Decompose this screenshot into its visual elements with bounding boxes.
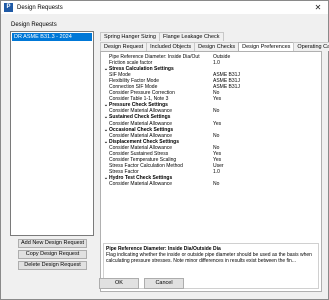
copy-design-request-button[interactable]: Copy Design Request xyxy=(18,250,87,259)
delete-design-request-button[interactable]: Delete Design Request xyxy=(18,261,87,270)
design-preferences-panel: Pipe Reference Diameter: Inside Dia/Out O… xyxy=(100,51,322,292)
description-text: Flag indicating whether the inside or ou… xyxy=(106,252,312,264)
design-requests-label: Design Requests xyxy=(11,22,57,28)
tab-spring-hanger-sizing[interactable]: Spring Hanger Sizing xyxy=(100,32,160,41)
close-icon[interactable]: ✕ xyxy=(311,2,325,13)
tab-design-checks[interactable]: Design Checks xyxy=(194,42,240,51)
window-title: Design Requests xyxy=(17,4,63,11)
tab-included-objects[interactable]: Included Objects xyxy=(146,42,196,51)
tab-row-bottom: Design Request Included Objects Design C… xyxy=(100,42,329,52)
tab-design-request[interactable]: Design Request xyxy=(100,42,148,51)
ok-button[interactable]: OK xyxy=(99,278,139,289)
property-row[interactable]: Consider Material Allowance No xyxy=(103,181,319,187)
add-design-request-button[interactable]: Add New Design Request xyxy=(18,239,87,248)
tab-row-top: Spring Hanger Sizing Flange Leakage Chec… xyxy=(100,32,224,41)
title-bar: P Design Requests ✕ xyxy=(1,1,328,14)
design-requests-window: P Design Requests ✕ Design Requests DR A… xyxy=(0,0,329,300)
property-grid: Pipe Reference Diameter: Inside Dia/Out O… xyxy=(103,54,319,241)
design-request-list[interactable]: DR ASME B31.3 - 2024 xyxy=(10,31,94,236)
tab-operating-cases[interactable]: Operating Cases xyxy=(293,42,329,51)
list-item[interactable]: DR ASME B31.3 - 2024 xyxy=(12,33,92,41)
app-icon: P xyxy=(4,3,13,12)
cancel-button[interactable]: Cancel xyxy=(144,278,184,289)
tab-flange-leakage-check[interactable]: Flange Leakage Check xyxy=(158,32,224,41)
